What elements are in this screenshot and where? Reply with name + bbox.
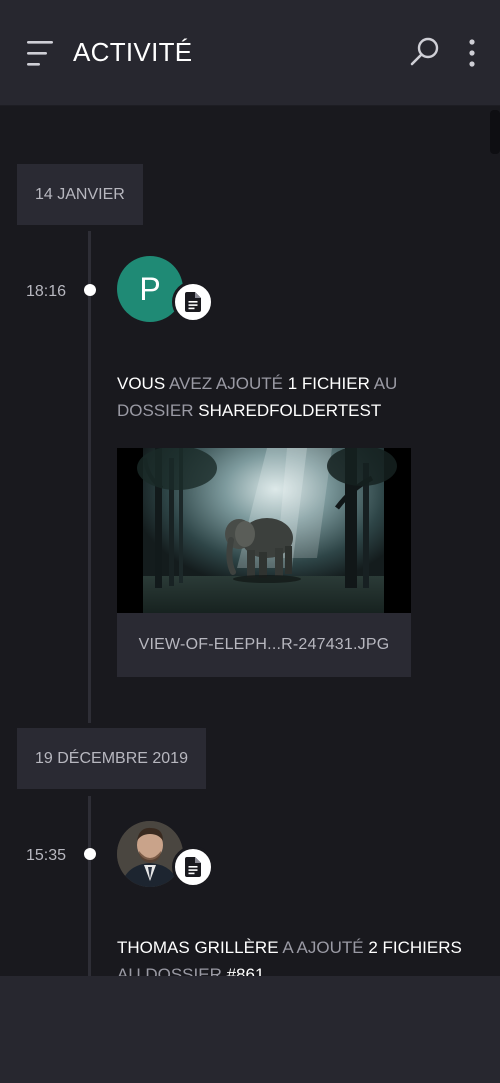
timeline-line [88,796,91,976]
user-photo-avatar[interactable] [117,821,183,887]
file-type-badge [172,846,214,888]
activity-count: 1 FICHIER [287,374,370,393]
activity-folder-link[interactable]: SHAREDFOLDERTEST [198,401,381,420]
bottom-bar [0,976,500,1083]
activity-verb: AVEZ AJOUTÉ [168,374,283,393]
file-name[interactable]: VIEW-OF-ELEPH...R-247431.JPG [117,613,411,677]
activity-actor[interactable]: THOMAS GRILLÈRE [117,938,279,957]
timeline-dot [84,284,96,296]
scrollbar-thumb[interactable] [490,110,500,154]
date-header: 14 JANVIER [17,164,143,225]
activity-verb: A AJOUTÉ [282,938,364,957]
activity-count: 2 FICHIERS [368,938,462,957]
file-type-badge [172,281,214,323]
activity-actor[interactable]: VOUS [117,374,165,393]
avatar[interactable]: P [117,256,183,322]
page-title: ACTIVITÉ [73,37,193,67]
document-icon [185,292,201,312]
search-icon[interactable] [409,36,441,68]
hamburger-menu-icon[interactable] [25,38,55,68]
file-preview-card[interactable]: VIEW-OF-ELEPH...R-247431.JPG [117,448,411,677]
app-bar: ACTIVITÉ [0,0,500,106]
activity-time: 15:35 [26,847,67,864]
more-vertical-icon[interactable] [462,37,482,69]
timeline-dot [84,848,96,860]
document-icon [185,857,201,877]
timeline-line [88,231,91,723]
date-header: 19 DÉCEMBRE 2019 [17,728,206,789]
elephant-forest-photo[interactable] [117,448,411,613]
activity-time: 18:16 [26,283,67,300]
activity-description: VOUS AVEZ AJOUTÉ 1 FICHIER AU DOSSIER SH… [117,370,477,424]
